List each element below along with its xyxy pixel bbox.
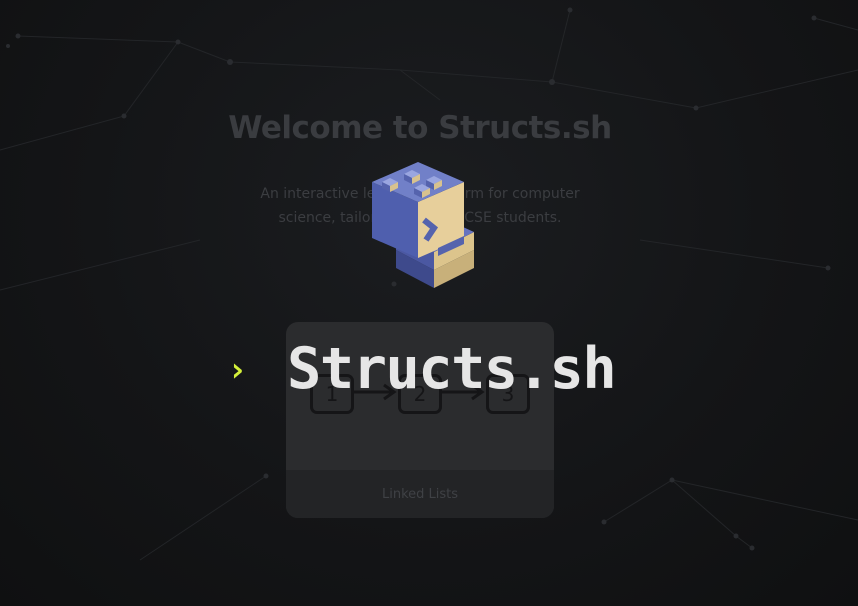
topic-card-label: Linked Lists (286, 470, 554, 518)
brand-wordmark: Structs.sh (287, 336, 617, 402)
prompt-chevron-icon: › (227, 350, 248, 390)
stacked-blocks-logo-icon (372, 162, 474, 288)
splash-screen: Welcome to Structs.sh An interactive lea… (0, 0, 858, 606)
page-title: Welcome to Structs.sh (228, 110, 612, 146)
